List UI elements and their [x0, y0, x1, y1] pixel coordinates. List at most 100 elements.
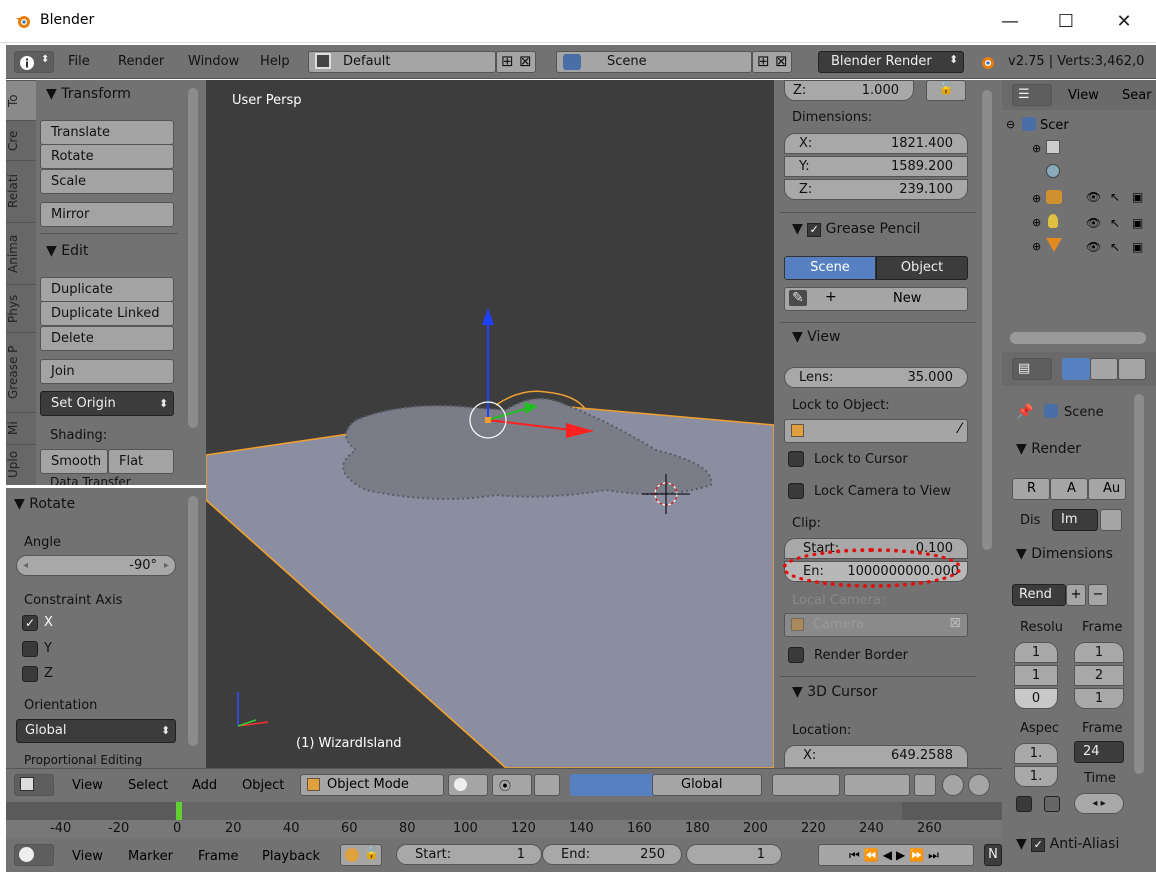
- timeline-editor-type[interactable]: [14, 844, 54, 866]
- scene-tab-icon[interactable]: [1118, 358, 1146, 380]
- 3d-viewport[interactable]: User Persp (1) WizardIsland: [206, 80, 774, 768]
- lock-object-field[interactable]: ⁄: [784, 419, 968, 443]
- axis-x-checkbox[interactable]: ✓: [22, 615, 38, 631]
- marker-menu[interactable]: Marker: [128, 849, 173, 864]
- current-frame-field[interactable]: 1: [686, 844, 782, 865]
- frame-menu[interactable]: Frame: [198, 849, 239, 864]
- pivot-point-dropdown[interactable]: ⦿: [492, 774, 532, 796]
- dimension-z-field[interactable]: Z: 239.100: [784, 179, 968, 200]
- translate-button[interactable]: Translate: [40, 120, 174, 145]
- menu-help[interactable]: Help: [260, 54, 290, 69]
- outliner-view-menu[interactable]: View: [1068, 88, 1099, 103]
- render-image-button[interactable]: R: [1012, 478, 1050, 500]
- render-camera-icon[interactable]: ▣: [1132, 190, 1143, 204]
- gp-new-button[interactable]: New: [893, 291, 921, 306]
- dimension-x-field[interactable]: X: 1821.400: [784, 133, 968, 154]
- lens-field[interactable]: Lens: 35.000: [784, 367, 968, 388]
- smooth-button[interactable]: Smooth: [40, 449, 108, 474]
- expand-icon[interactable]: ⊕: [1032, 240, 1041, 253]
- manipulator-toggle[interactable]: [534, 774, 560, 796]
- eyedropper-icon[interactable]: ⁄: [959, 421, 961, 437]
- axis-y-checkbox[interactable]: [22, 641, 38, 657]
- visibility-eye-icon[interactable]: 👁: [1086, 216, 1101, 230]
- axis-z-checkbox[interactable]: [22, 666, 38, 682]
- properties-panel-scrollbar[interactable]: [982, 90, 992, 550]
- orientation-dropdown[interactable]: Global ⬍: [16, 719, 176, 743]
- maximize-button[interactable]: ☐: [1046, 8, 1086, 36]
- 3d-cursor-panel-header[interactable]: ▼ 3D Cursor: [792, 684, 877, 700]
- frame-start-field[interactable]: 1: [1074, 642, 1124, 663]
- left-arrow-icon[interactable]: ◂: [23, 556, 28, 575]
- plus-icon[interactable]: ⊞: [757, 52, 770, 70]
- keying-toggle[interactable]: 🔒: [340, 844, 382, 866]
- snap-icon[interactable]: [968, 774, 990, 796]
- outliner-hscrollbar[interactable]: [1010, 332, 1146, 344]
- collapse-icon[interactable]: ⊖: [1006, 118, 1015, 131]
- tab-animation[interactable]: Anima: [6, 222, 36, 284]
- render-animation-button[interactable]: A: [1050, 478, 1088, 500]
- select-menu[interactable]: Select: [128, 778, 168, 793]
- lock-interface-icon[interactable]: [1100, 509, 1122, 531]
- set-origin-dropdown[interactable]: Set Origin ⬍: [40, 391, 174, 416]
- select-arrow-icon[interactable]: ↖: [1110, 216, 1120, 230]
- tab-upload[interactable]: Uplo: [6, 444, 36, 484]
- aspect-y-field[interactable]: 1.: [1014, 766, 1058, 787]
- tab-grease-pencil[interactable]: Grease P: [6, 332, 36, 412]
- flat-button[interactable]: Flat: [108, 449, 174, 474]
- outliner-search[interactable]: Sear: [1122, 88, 1152, 103]
- grease-pencil-checkbox[interactable]: ✓: [807, 223, 822, 237]
- object-menu[interactable]: Object: [242, 778, 284, 793]
- grease-pencil-panel-header[interactable]: ▼ ✓ Grease Pencil: [792, 221, 920, 237]
- view-panel-header[interactable]: ▼ View: [792, 329, 840, 345]
- keying-set-button[interactable]: N: [984, 844, 1002, 866]
- close-button[interactable]: ✕: [1104, 8, 1144, 36]
- plus-icon[interactable]: +: [1066, 584, 1086, 606]
- minimize-button[interactable]: —: [990, 8, 1030, 36]
- frame-step-field[interactable]: 1: [1074, 688, 1124, 709]
- viewport-shading-dropdown[interactable]: [448, 774, 488, 796]
- right-arrow-icon[interactable]: ▸: [164, 556, 169, 575]
- render-panel-header[interactable]: ▼ Render: [1016, 441, 1081, 457]
- render-audio-button[interactable]: Au: [1088, 478, 1126, 500]
- anti-aliasing-checkbox[interactable]: ✓: [1031, 838, 1046, 852]
- lock-layers-icon[interactable]: [914, 774, 936, 796]
- frame-rate-dropdown[interactable]: 24: [1074, 741, 1124, 763]
- time-remap-field[interactable]: ◂ ▸: [1074, 793, 1124, 814]
- expand-icon[interactable]: ⊕: [1032, 142, 1041, 155]
- outliner-editor-type[interactable]: ☰: [1012, 84, 1052, 106]
- expand-icon[interactable]: ⊕: [1032, 192, 1041, 205]
- tool-shelf-scrollbar[interactable]: [188, 88, 198, 428]
- scene-selector[interactable]: Scene: [556, 51, 752, 73]
- start-frame-field[interactable]: Start: 1: [396, 844, 542, 865]
- render-preset-dropdown[interactable]: Rend: [1012, 584, 1066, 606]
- location-z-field[interactable]: Z: 1.000: [784, 80, 914, 101]
- menu-window[interactable]: Window: [188, 54, 239, 69]
- visibility-eye-icon[interactable]: 👁: [1086, 240, 1101, 254]
- playback-controls[interactable]: ⏮⏪◀▶⏩⏭: [818, 844, 974, 866]
- outliner-scene[interactable]: Scer: [1040, 118, 1069, 133]
- resolution-x-field[interactable]: 1: [1014, 642, 1058, 663]
- dimensions-panel-header[interactable]: ▼ Dimensions: [1016, 546, 1113, 562]
- layers-row-2[interactable]: [844, 774, 910, 796]
- select-arrow-icon[interactable]: ↖: [1110, 240, 1120, 254]
- rotate-panel-header[interactable]: ▼ Rotate: [14, 496, 75, 512]
- transform-panel-header[interactable]: ▼ Transform: [46, 86, 131, 102]
- close-icon[interactable]: ⊠: [949, 615, 961, 631]
- visibility-eye-icon[interactable]: 👁: [1086, 190, 1101, 204]
- select-arrow-icon[interactable]: ↖: [1110, 190, 1120, 204]
- delete-button[interactable]: Delete: [40, 326, 174, 351]
- operator-panel-scrollbar[interactable]: [188, 496, 198, 746]
- scale-button[interactable]: Scale: [40, 169, 174, 194]
- dimension-y-field[interactable]: Y: 1589.200: [784, 156, 968, 177]
- cursor-x-field[interactable]: X: 649.2588: [784, 745, 968, 768]
- close-icon[interactable]: ⊠: [519, 52, 532, 70]
- plus-icon[interactable]: ⊞: [501, 52, 514, 70]
- properties-editor-type[interactable]: ▤: [1012, 358, 1052, 380]
- angle-field[interactable]: ◂ -90° ▸: [16, 555, 176, 576]
- anti-aliasing-panel-header[interactable]: ▼ ✓ Anti-Aliasi: [1016, 836, 1119, 852]
- render-camera-icon[interactable]: ▣: [1132, 216, 1143, 230]
- render-engine-selector[interactable]: Blender Render ⬍: [818, 51, 964, 73]
- pin-icon[interactable]: 📌: [1016, 404, 1033, 420]
- resolution-percentage-field[interactable]: 0: [1014, 688, 1058, 709]
- render-layers-tab-icon[interactable]: [1090, 358, 1118, 380]
